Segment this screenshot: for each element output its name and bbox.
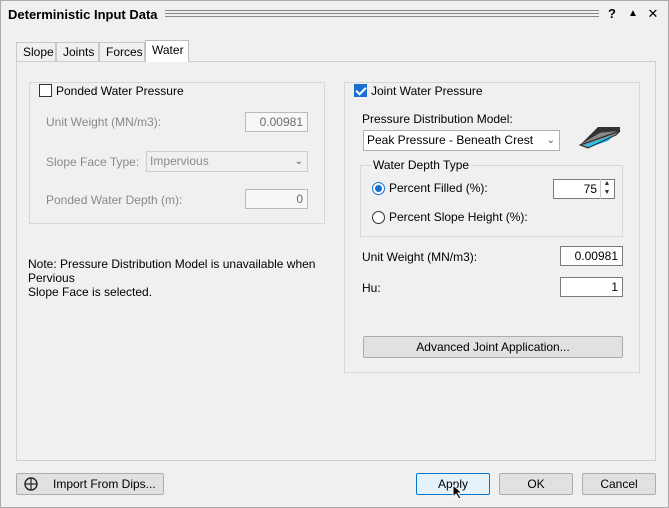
close-icon[interactable]: ✕ (646, 6, 660, 22)
ponded-depth-field[interactable]: 0 (245, 189, 308, 209)
tab-joints[interactable]: Joints (56, 42, 99, 62)
pervious-note: Note: Pressure Distribution Model is una… (28, 257, 316, 299)
joint-water-label: Joint Water Pressure (371, 84, 483, 98)
slope-face-type-label: Slope Face Type: (46, 155, 140, 169)
ponded-water-checkbox[interactable] (39, 84, 52, 97)
water-tab-panel: Ponded Water Pressure Unit Weight (MN/m3… (16, 61, 656, 461)
percent-filled-label: Percent Filled (%): (389, 181, 488, 195)
globe-icon (24, 477, 38, 491)
import-from-dips-label: Import From Dips... (53, 477, 156, 491)
spin-up-icon[interactable]: ▲ (601, 179, 613, 188)
pressure-model-label: Pressure Distribution Model: (362, 112, 513, 126)
window-title: Deterministic Input Data (8, 7, 158, 22)
pressure-model-select[interactable]: Peak Pressure - Beneath Crest ⌄ (363, 130, 560, 151)
joint-water-group: Joint Water Pressure Pressure Distributi… (344, 82, 640, 373)
percent-slope-height-radio[interactable] (372, 211, 385, 224)
title-grip (165, 10, 599, 17)
cancel-button[interactable]: Cancel (582, 473, 656, 495)
percent-filled-spinner[interactable]: ▲ ▼ (600, 179, 613, 199)
tab-slope[interactable]: Slope (16, 42, 56, 62)
ponded-unit-weight-field[interactable]: 0.00981 (245, 112, 308, 132)
water-depth-type-label: Water Depth Type (371, 158, 472, 172)
chevron-down-icon: ⌄ (294, 156, 303, 167)
pressure-model-icon (578, 127, 621, 149)
hu-field[interactable]: 1 (560, 277, 623, 297)
help-icon[interactable]: ? (605, 6, 619, 22)
tab-water[interactable]: Water (145, 40, 189, 62)
pressure-model-value: Peak Pressure - Beneath Crest (367, 133, 534, 147)
chevron-down-icon: ⌄ (546, 135, 555, 146)
slope-face-type-value: Impervious (150, 154, 209, 168)
ponded-unit-weight-label: Unit Weight (MN/m3): (46, 115, 162, 129)
ponded-water-label: Ponded Water Pressure (56, 84, 184, 98)
joint-unit-weight-field[interactable]: 0.00981 (560, 246, 623, 266)
collapse-icon[interactable]: ▲ (626, 6, 640, 22)
joint-unit-weight-label: Unit Weight (MN/m3): (362, 250, 478, 264)
advanced-joint-application-button[interactable]: Advanced Joint Application... (363, 336, 623, 358)
ponded-depth-label: Ponded Water Depth (m): (46, 193, 183, 207)
joint-water-checkbox[interactable] (354, 84, 367, 97)
percent-filled-radio[interactable] (372, 182, 385, 195)
spin-down-icon[interactable]: ▼ (601, 188, 613, 197)
mouse-cursor-icon (452, 484, 464, 500)
hu-label: Hu: (362, 281, 381, 295)
slope-face-type-select[interactable]: Impervious ⌄ (146, 151, 308, 172)
water-depth-type-group: Water Depth Type Percent Filled (%): 75 … (360, 158, 623, 237)
tab-forces[interactable]: Forces (99, 42, 145, 62)
title-bar[interactable]: Deterministic Input Data ? ▲ ✕ (1, 1, 668, 28)
percent-slope-height-label: Percent Slope Height (%): (389, 210, 528, 224)
dialog-window: Deterministic Input Data ? ▲ ✕ Slope Joi… (0, 0, 669, 508)
import-from-dips-button[interactable]: Import From Dips... (16, 473, 164, 495)
ponded-water-group: Ponded Water Pressure Unit Weight (MN/m3… (29, 82, 325, 224)
ok-button[interactable]: OK (499, 473, 573, 495)
